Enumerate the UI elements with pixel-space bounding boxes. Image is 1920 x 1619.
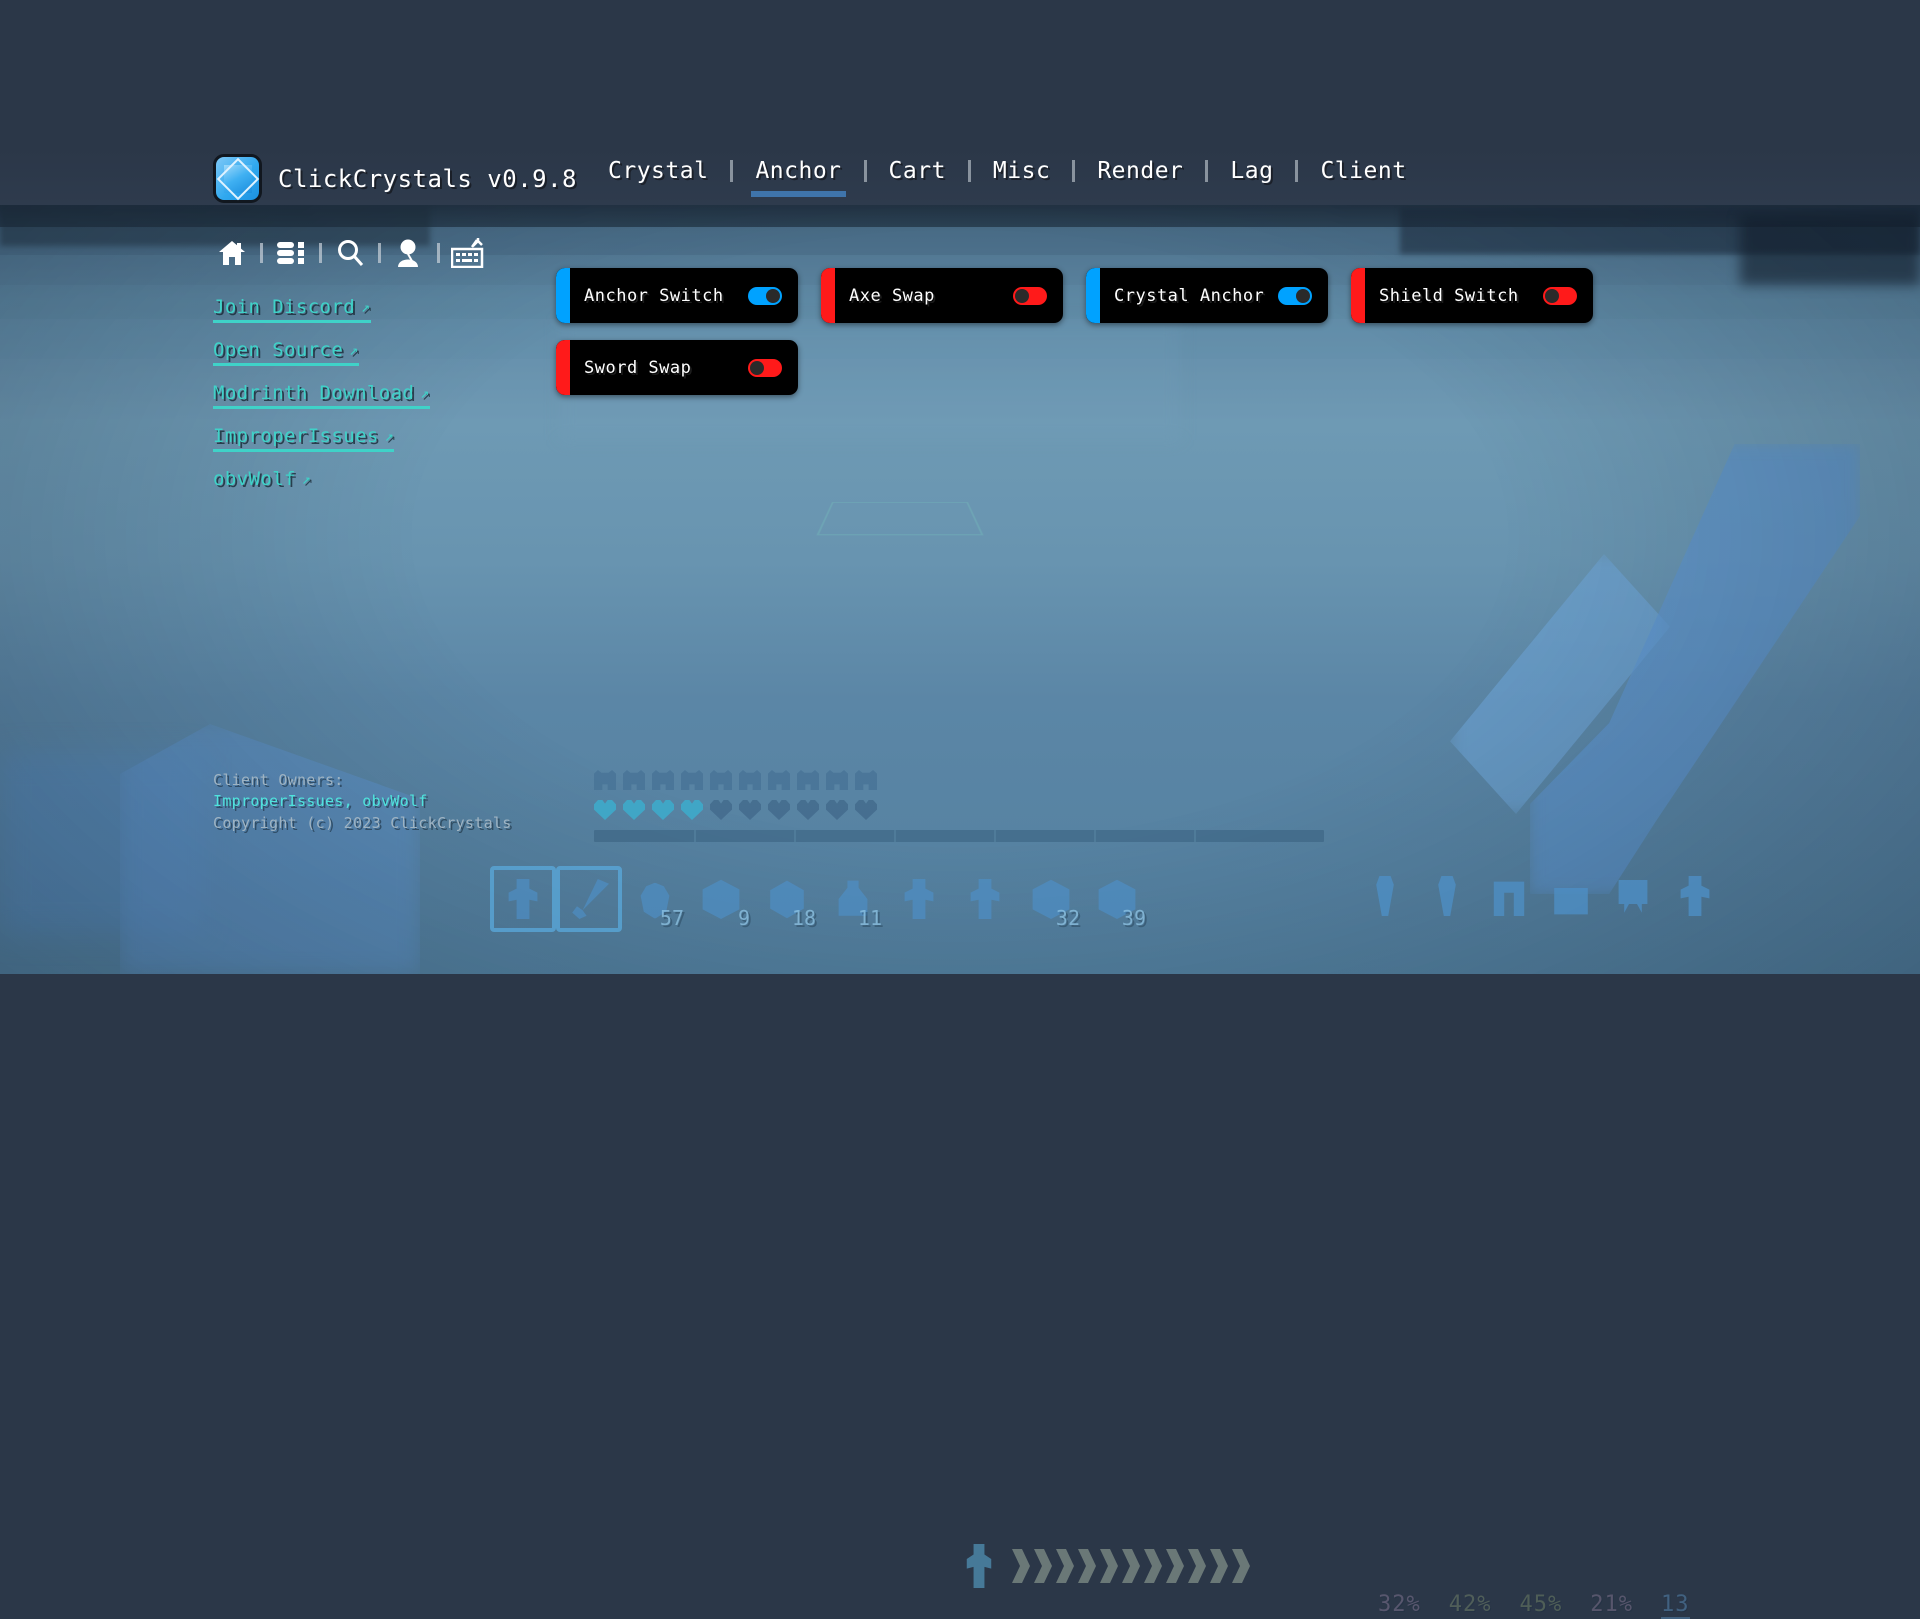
module-name: Crystal Anchor: [1114, 286, 1264, 306]
toggle-knob: [1015, 289, 1029, 303]
sidebar-link-improperissues-row: ImproperIssues ↗: [213, 425, 513, 452]
client-owners-value: ImproperIssues, obvWolf: [213, 791, 512, 812]
sidebar-link-source-row: Open Source ↗: [213, 339, 513, 366]
external-link-icon: ↗: [302, 470, 311, 488]
sidebar-link-improperissues[interactable]: ImproperIssues ↗: [213, 425, 394, 452]
tab-anchor[interactable]: Anchor: [733, 158, 863, 184]
module-card-anchor-switch[interactable]: Anchor Switch: [556, 268, 798, 323]
keybinds-icon[interactable]: [449, 236, 487, 270]
tab-label: Crystal: [608, 158, 708, 184]
tab-label: Render: [1097, 158, 1183, 184]
perf-value: 32%: [1378, 1592, 1421, 1619]
sidebar-link-open-source[interactable]: Open Source ↗: [213, 339, 359, 366]
app-title: ClickCrystals v0.9.8: [278, 165, 577, 193]
module-toggle[interactable]: [1543, 287, 1577, 305]
toggle-knob: [766, 289, 780, 303]
toggle-knob: [1545, 289, 1559, 303]
module-card-axe-swap[interactable]: Axe Swap: [821, 268, 1063, 323]
perf-value: 42%: [1449, 1592, 1492, 1619]
tab-render[interactable]: Render: [1075, 158, 1205, 184]
toggle-knob: [1296, 289, 1310, 303]
icon-separator: [437, 243, 440, 263]
module-name: Axe Swap: [849, 286, 935, 306]
link-label: Open Source: [213, 339, 343, 361]
tab-lag[interactable]: Lag: [1208, 158, 1295, 184]
module-accent-bar: [1086, 268, 1100, 323]
arrow-stack-icon: [1010, 1549, 1250, 1583]
client-owners-label: Client Owners:: [213, 770, 512, 791]
module-accent-bar: [556, 340, 570, 395]
header-bar: ClickCrystals v0.9.8 Crystal Anchor Cart…: [0, 0, 1920, 205]
perf-value: 45%: [1520, 1592, 1563, 1619]
sidebar-icon-row[interactable]: [213, 236, 513, 270]
module-toggle[interactable]: [748, 359, 782, 377]
external-link-icon: ↗: [361, 298, 370, 316]
external-link-icon: ↗: [349, 341, 358, 359]
toggle-knob: [750, 361, 764, 375]
module-grid: Anchor Switch Axe Swap Crystal Anchor Sh…: [556, 268, 1616, 412]
performance-readout: 32% 42% 45% 21% 13: [1378, 1592, 1690, 1619]
sidebar-link-obvwolf[interactable]: obvWolf ↗: [213, 468, 311, 492]
tab-cart[interactable]: Cart: [867, 158, 968, 184]
module-accent-bar: [556, 268, 570, 323]
offhand-totem-icon: [962, 1544, 996, 1588]
tab-client[interactable]: Client: [1298, 158, 1428, 184]
foreground-block: [120, 724, 420, 974]
modules-icon[interactable]: [272, 236, 310, 270]
module-toggle[interactable]: [748, 287, 782, 305]
tab-misc[interactable]: Misc: [971, 158, 1072, 184]
module-accent-bar: [821, 268, 835, 323]
sidebar-link-discord-row: Join Discord ↗: [213, 296, 513, 323]
external-link-icon: ↗: [385, 427, 394, 445]
tab-label: Cart: [889, 158, 946, 184]
active-tab-indicator: [751, 191, 845, 197]
module-row: Sword Swap: [556, 340, 1616, 395]
sidebar-link-modrinth-row: Modrinth Download ↗: [213, 382, 513, 409]
link-label: ImproperIssues: [213, 425, 379, 447]
icon-separator: [319, 243, 322, 263]
link-label: obvWolf: [213, 468, 296, 490]
module-card-sword-swap[interactable]: Sword Swap: [556, 340, 798, 395]
module-name: Shield Switch: [1379, 286, 1519, 306]
module-row: Anchor Switch Axe Swap Crystal Anchor Sh…: [556, 268, 1616, 323]
module-toggle[interactable]: [1278, 287, 1312, 305]
module-name: Sword Swap: [584, 358, 691, 378]
module-accent-bar: [1351, 268, 1365, 323]
icon-separator: [378, 243, 381, 263]
crystal-logo-icon: [213, 154, 262, 203]
module-name: Anchor Switch: [584, 286, 724, 306]
link-label: Join Discord: [213, 296, 355, 318]
link-label: Modrinth Download: [213, 382, 414, 404]
search-icon[interactable]: [331, 236, 369, 270]
tab-bar[interactable]: Crystal Anchor Cart Misc Render Lag Clie…: [586, 158, 1429, 184]
credits-block: Client Owners: ImproperIssues, obvWolf C…: [213, 770, 512, 834]
sidebar-link-modrinth-download[interactable]: Modrinth Download ↗: [213, 382, 430, 409]
copyright-text: Copyright (c) 2023 ClickCrystals: [213, 813, 512, 834]
perf-value: 21%: [1590, 1592, 1633, 1619]
module-toggle[interactable]: [1013, 287, 1047, 305]
tab-label: Client: [1320, 158, 1406, 184]
external-link-icon: ↗: [420, 384, 429, 402]
sidebar-link-obvwolf-row: obvWolf ↗: [213, 468, 513, 492]
sidebar: Join Discord ↗ Open Source ↗ Modrinth Do…: [213, 236, 513, 508]
terrain-shadow: [1740, 215, 1920, 285]
home-icon[interactable]: [213, 236, 251, 270]
tab-crystal[interactable]: Crystal: [586, 158, 730, 184]
sidebar-link-discord[interactable]: Join Discord ↗: [213, 296, 371, 323]
tab-label: Lag: [1230, 158, 1273, 184]
tab-label: Anchor: [755, 158, 841, 184]
perf-value: 13: [1661, 1592, 1690, 1619]
block-outline: [816, 502, 983, 535]
icon-separator: [260, 243, 263, 263]
module-card-shield-switch[interactable]: Shield Switch: [1351, 268, 1593, 323]
tab-label: Misc: [993, 158, 1050, 184]
player-icon[interactable]: [390, 236, 428, 270]
brand: ClickCrystals v0.9.8: [213, 154, 577, 203]
module-card-crystal-anchor[interactable]: Crystal Anchor: [1086, 268, 1328, 323]
